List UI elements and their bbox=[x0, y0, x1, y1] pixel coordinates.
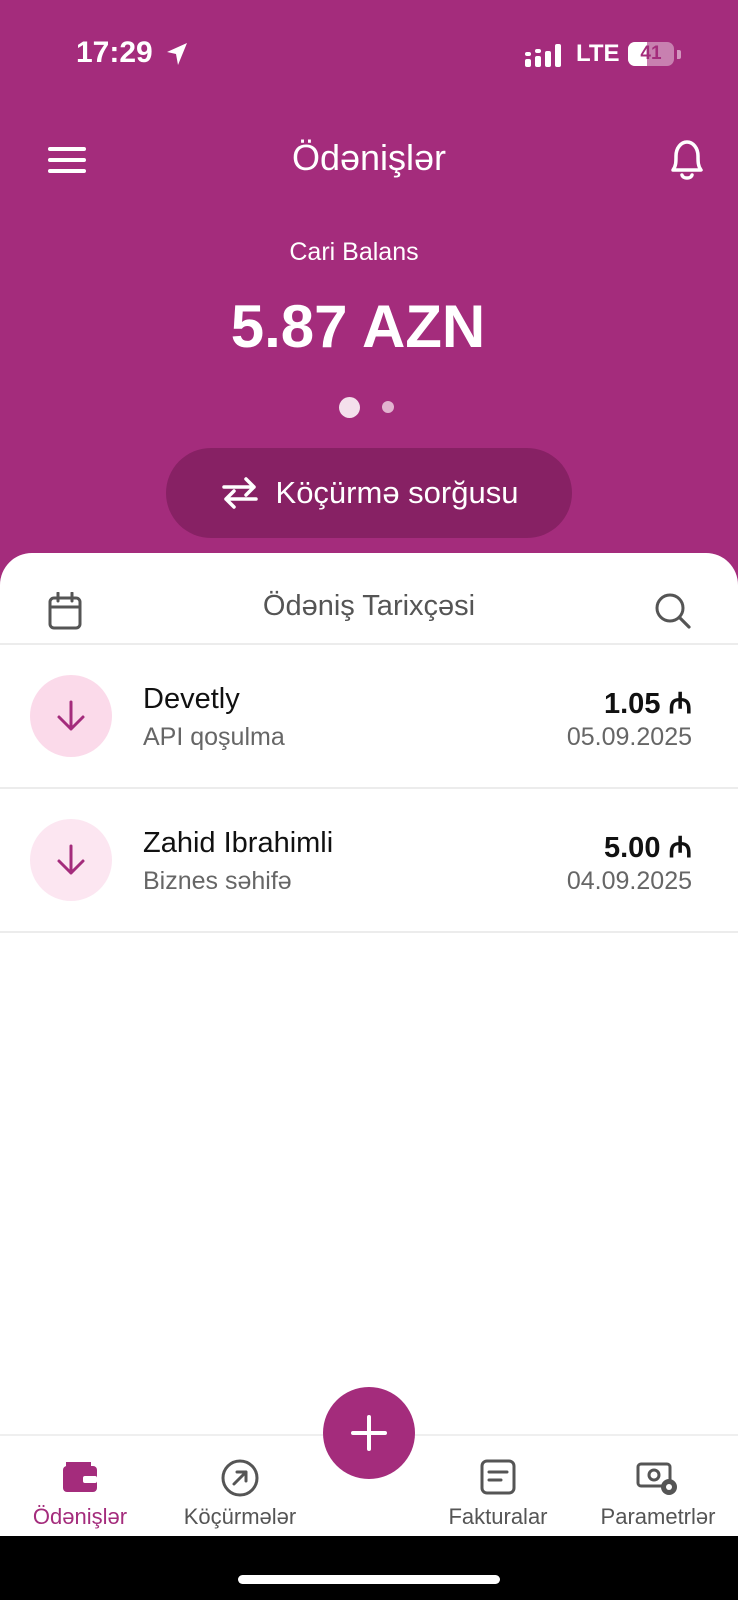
divider bbox=[0, 931, 738, 933]
battery-icon: 41 bbox=[628, 42, 674, 66]
transaction-date: 05.09.2025 bbox=[566, 723, 692, 751]
nav-transfers[interactable]: Köçürmələr bbox=[160, 1436, 320, 1538]
nav-label: Fakturalar bbox=[448, 1504, 548, 1529]
incoming-badge bbox=[30, 675, 112, 757]
search-icon bbox=[655, 593, 691, 629]
battery-nub bbox=[677, 50, 681, 59]
network-type: LTE bbox=[576, 40, 620, 67]
nav-invoices[interactable]: Fakturalar bbox=[418, 1436, 578, 1538]
transaction-amount: 5.00 ₼ bbox=[604, 832, 692, 864]
transaction-name: Zahid Ibrahimli bbox=[143, 827, 334, 859]
nav-label: Ödənişlər bbox=[32, 1504, 128, 1529]
incoming-badge bbox=[30, 819, 112, 901]
notifications-button[interactable] bbox=[664, 136, 710, 184]
balance-value: 5.87 AZN bbox=[230, 293, 486, 360]
money-settings-icon bbox=[636, 1462, 677, 1495]
home-indicator[interactable] bbox=[238, 1575, 500, 1584]
transaction-row[interactable]: Devetly API qoşulma 1.05 ₼ 05.09.2025 bbox=[0, 645, 738, 787]
page-title: Ödənişlər bbox=[291, 137, 447, 178]
battery-percent: 41 bbox=[640, 43, 662, 64]
nav-settings[interactable]: Parametrlər bbox=[578, 1436, 738, 1538]
location-arrow-icon bbox=[167, 43, 187, 65]
transaction-subtitle: Biznes səhifə bbox=[143, 867, 292, 895]
document-icon bbox=[480, 1459, 516, 1495]
status-time: 17:29 bbox=[76, 36, 153, 69]
pager-dot-active[interactable] bbox=[339, 397, 360, 418]
arrow-down-icon bbox=[57, 844, 85, 875]
nav-payments[interactable]: Ödənişlər bbox=[0, 1436, 160, 1538]
transaction-amount: 1.05 ₼ bbox=[604, 688, 692, 720]
swap-arrows-icon bbox=[221, 477, 258, 509]
history-title: Ödəniş Tarixçəsi bbox=[262, 590, 476, 622]
transaction-date: 04.09.2025 bbox=[566, 867, 692, 895]
transaction-name: Devetly bbox=[143, 683, 240, 715]
nav-label: Köçürmələr bbox=[183, 1504, 297, 1529]
transaction-row[interactable]: Zahid Ibrahimli Biznes səhifə 5.00 ₼ 04.… bbox=[0, 789, 738, 931]
pager-dot[interactable] bbox=[382, 401, 394, 413]
transfer-request-button[interactable]: Köçürmə sorğusu bbox=[166, 448, 572, 538]
wallet-icon bbox=[63, 1462, 97, 1492]
search-button[interactable] bbox=[654, 592, 692, 635]
add-button[interactable] bbox=[323, 1387, 415, 1479]
signal-icon bbox=[525, 44, 561, 67]
transfer-request-label: Köçürmə sorğusu bbox=[275, 475, 519, 510]
plus-icon bbox=[351, 1415, 387, 1451]
bell-icon bbox=[671, 140, 703, 180]
balance-label: Cari Balans bbox=[289, 238, 419, 266]
transaction-subtitle: API qoşulma bbox=[143, 723, 285, 751]
arrow-down-icon bbox=[57, 700, 85, 731]
nav-label: Parametrlər bbox=[600, 1504, 716, 1529]
arrow-up-right-circle-icon bbox=[221, 1459, 259, 1497]
home-bar-area bbox=[0, 1536, 738, 1600]
